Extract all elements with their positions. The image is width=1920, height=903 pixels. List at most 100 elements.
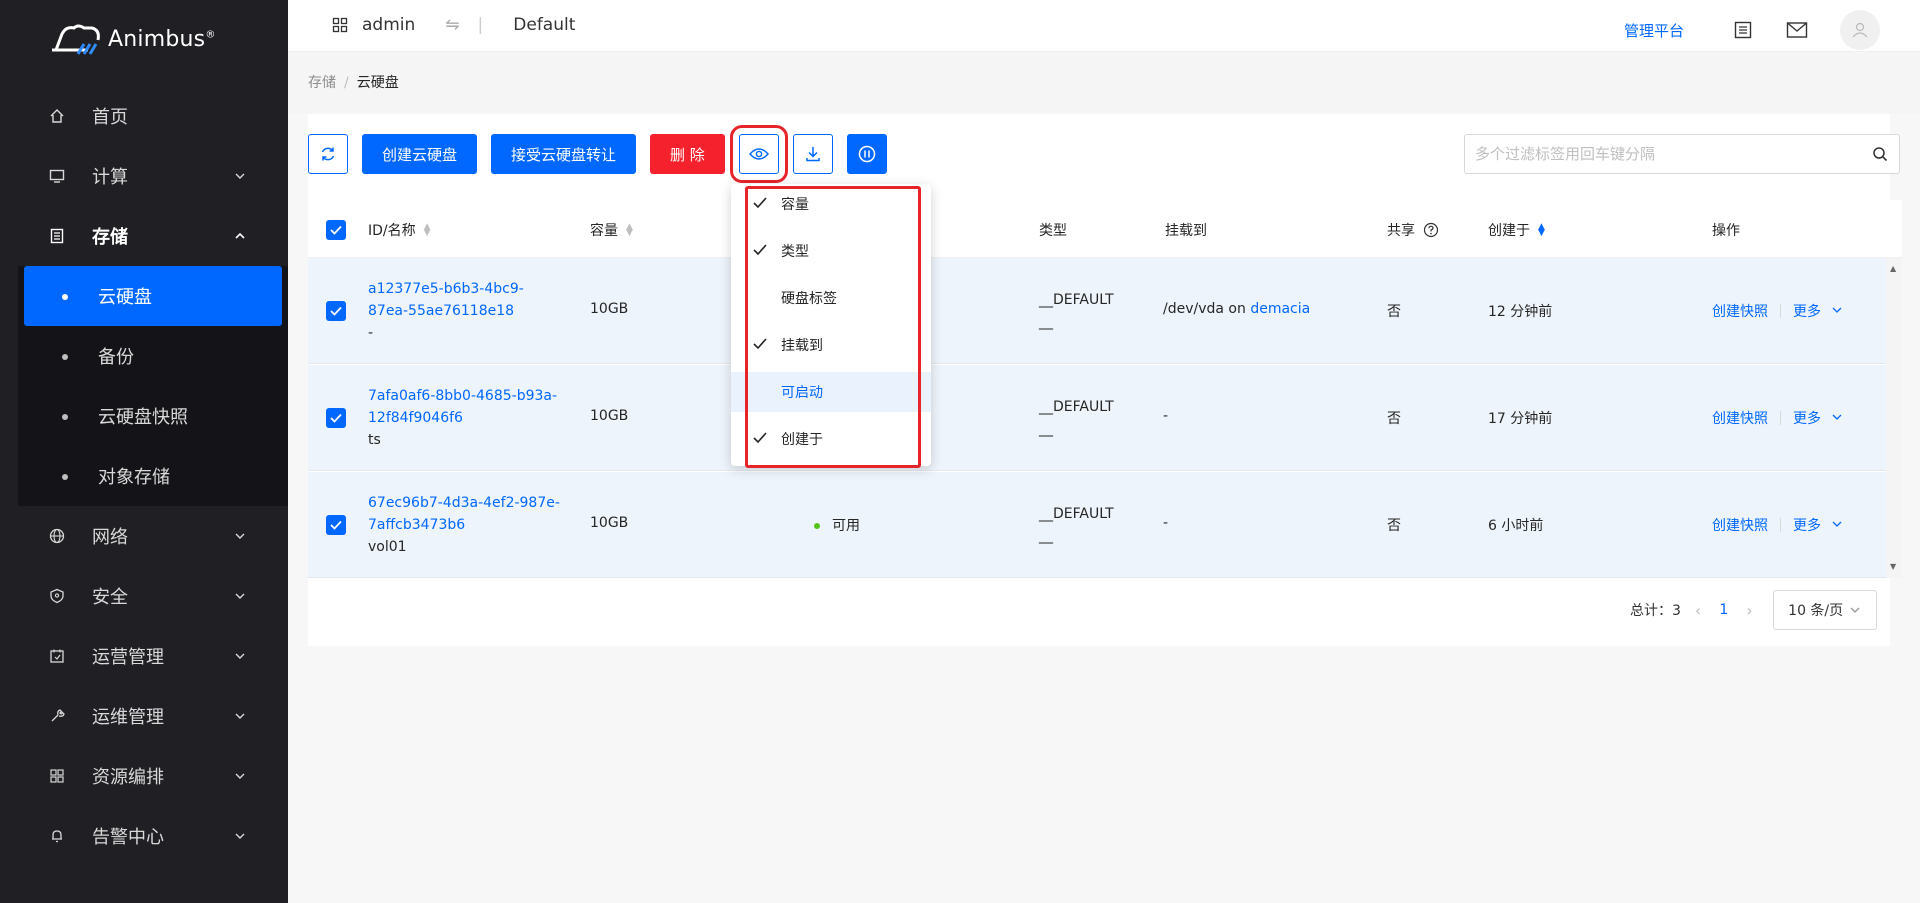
sidebar-item-label: 计算 <box>92 167 128 188</box>
management-platform-link[interactable]: 管理平台 <box>1624 20 1684 41</box>
row-checkbox[interactable] <box>326 408 346 428</box>
check-icon <box>753 197 767 209</box>
sidebar: Animbus® 首页 计算 存储 云硬盘 备份 云硬盘快照 对象存储 网络 安… <box>0 0 288 903</box>
sidebar-item-security[interactable]: 安全 <box>0 566 288 626</box>
apps-grid-icon[interactable] <box>332 17 348 33</box>
sidebar-item-storage[interactable]: 存储 <box>0 206 288 266</box>
breadcrumb-separator: / <box>344 75 349 91</box>
page-size-select[interactable]: 10 条/页 <box>1772 590 1877 630</box>
create-snapshot-link[interactable]: 创建快照 <box>1712 408 1768 428</box>
check-icon <box>753 244 767 256</box>
current-project[interactable]: Default <box>513 15 575 35</box>
row-checkbox[interactable] <box>326 515 346 535</box>
column-toggle-label: 容量 <box>781 197 809 213</box>
sidebar-item-home[interactable]: 首页 <box>0 86 288 146</box>
column-visibility-button[interactable] <box>729 125 788 183</box>
sidebar-item-label: 运营管理 <box>92 647 164 668</box>
table-scrollbar[interactable] <box>1886 258 1902 578</box>
scroll-down-icon[interactable]: ▼ <box>1890 562 1896 571</box>
select-all-checkbox[interactable] <box>326 220 346 240</box>
create-snapshot-link[interactable]: 创建快照 <box>1712 515 1768 535</box>
sidebar-item-maintenance[interactable]: 运维管理 <box>0 686 288 746</box>
pause-circle-icon <box>858 145 876 163</box>
filter-search-input[interactable] <box>1464 134 1900 174</box>
sidebar-item-network[interactable]: 网络 <box>0 506 288 566</box>
volume-type: __DEFAULT __ <box>1039 292 1114 330</box>
document-list-icon[interactable] <box>1732 19 1754 41</box>
chevron-down-icon <box>235 833 245 839</box>
download-icon <box>806 147 820 162</box>
swap-icon[interactable]: ⇋ <box>445 15 459 35</box>
column-header-label: ID/名称 <box>368 223 416 239</box>
volume-id-link[interactable]: 7afa0af6-8bb0-4685-b93a- 12f84f9046f6 <box>368 385 557 429</box>
chevron-down-icon <box>235 173 245 179</box>
column-header-created[interactable]: 创建于 ▲ ▼ <box>1488 220 1545 240</box>
search-icon[interactable] <box>1872 146 1888 162</box>
storage-icon <box>48 227 66 245</box>
current-user[interactable]: admin <box>362 15 415 35</box>
sidebar-nav: 首页 计算 存储 云硬盘 备份 云硬盘快照 对象存储 网络 安全 运营管理 运维… <box>0 86 288 866</box>
page-size-value: 10 条/页 <box>1788 603 1844 619</box>
chevron-down-icon <box>1850 607 1860 613</box>
sidebar-item-compute[interactable]: 计算 <box>0 146 288 206</box>
check-icon <box>330 413 342 423</box>
delete-button[interactable]: 删 除 <box>650 134 725 174</box>
column-header-id-name[interactable]: ID/名称 ▲ ▼ <box>368 220 431 240</box>
avatar[interactable] <box>1840 10 1880 50</box>
more-actions-dropdown[interactable]: 更多 <box>1793 408 1843 428</box>
breadcrumb-current: 云硬盘 <box>356 75 399 91</box>
volume-status: 可用 <box>814 515 860 535</box>
attached-instance-link[interactable]: demacia <box>1250 301 1310 317</box>
mail-icon[interactable] <box>1786 19 1808 41</box>
sidebar-item-alerts[interactable]: 告警中心 <box>0 806 288 866</box>
calendar-icon <box>48 647 66 665</box>
refresh-button[interactable] <box>308 134 348 174</box>
sidebar-item-volume-snapshots[interactable]: 云硬盘快照 <box>18 386 288 446</box>
top-header: admin ⇋ | Default 管理平台 <box>288 0 1920 52</box>
monitor-icon <box>48 167 66 185</box>
status-dot <box>814 523 820 529</box>
volume-size: 10GB <box>590 408 629 424</box>
column-toggle-attached[interactable]: 挂载到 <box>731 325 931 365</box>
question-circle-icon[interactable] <box>1423 222 1439 238</box>
column-toggle-size[interactable]: 容量 <box>731 184 931 224</box>
volume-id-link[interactable]: 67ec96b7-4d3a-4ef2-987e- 7affcb3473b6 <box>368 492 560 536</box>
column-header-actions: 操作 <box>1712 220 1740 240</box>
volume-size: 10GB <box>590 515 629 531</box>
sidebar-item-operations[interactable]: 运营管理 <box>0 626 288 686</box>
sidebar-item-object-storage[interactable]: 对象存储 <box>18 446 288 506</box>
pause-refresh-button[interactable] <box>846 134 887 174</box>
sort-icon: ▲ ▼ <box>1538 222 1545 238</box>
column-toggle-created[interactable]: 创建于 <box>731 419 931 459</box>
column-header-type: 类型 <box>1039 220 1067 240</box>
column-toggle-type[interactable]: 类型 <box>731 231 931 271</box>
column-header-label: 创建于 <box>1488 223 1530 239</box>
breadcrumb-parent[interactable]: 存储 <box>308 75 336 91</box>
accept-transfer-button[interactable]: 接受云硬盘转让 <box>491 134 637 174</box>
table-row: 7afa0af6-8bb0-4685-b93a- 12f84f9046f6 ts … <box>308 365 1886 471</box>
table-row: 67ec96b7-4d3a-4ef2-987e- 7affcb3473b6 vol… <box>308 472 1886 578</box>
column-header-label: 共享 <box>1387 223 1415 239</box>
chevron-down-icon <box>1832 521 1842 527</box>
scroll-up-icon[interactable]: ▲ <box>1890 264 1896 273</box>
column-header-size[interactable]: 容量 ▲ ▼ <box>590 220 633 240</box>
brand-logo[interactable]: Animbus® <box>48 22 216 56</box>
sidebar-item-backups[interactable]: 备份 <box>18 326 288 386</box>
sidebar-item-volumes[interactable]: 云硬盘 <box>24 266 282 326</box>
toolbar: 创建云硬盘 接受云硬盘转让 删 除 <box>308 125 901 183</box>
page-number[interactable]: 1 <box>1719 602 1728 618</box>
create-volume-button[interactable]: 创建云硬盘 <box>362 134 478 174</box>
download-button[interactable] <box>792 134 833 174</box>
column-toggle-volume-label[interactable]: 硬盘标签 <box>731 278 931 318</box>
more-actions-dropdown[interactable]: 更多 <box>1793 301 1843 321</box>
row-checkbox[interactable] <box>326 301 346 321</box>
create-snapshot-link[interactable]: 创建快照 <box>1712 301 1768 321</box>
more-actions-dropdown[interactable]: 更多 <box>1793 515 1843 535</box>
next-page-icon[interactable]: › <box>1746 601 1752 620</box>
sidebar-item-orchestration[interactable]: 资源编排 <box>0 746 288 806</box>
bell-icon <box>48 827 66 845</box>
volume-id-link[interactable]: a12377e5-b6b3-4bc9- 87ea-55ae76118e18 <box>368 278 524 322</box>
column-toggle-label: 类型 <box>781 244 809 260</box>
prev-page-icon[interactable]: ‹ <box>1695 601 1701 620</box>
column-toggle-bootable[interactable]: 可启动 <box>731 372 931 412</box>
